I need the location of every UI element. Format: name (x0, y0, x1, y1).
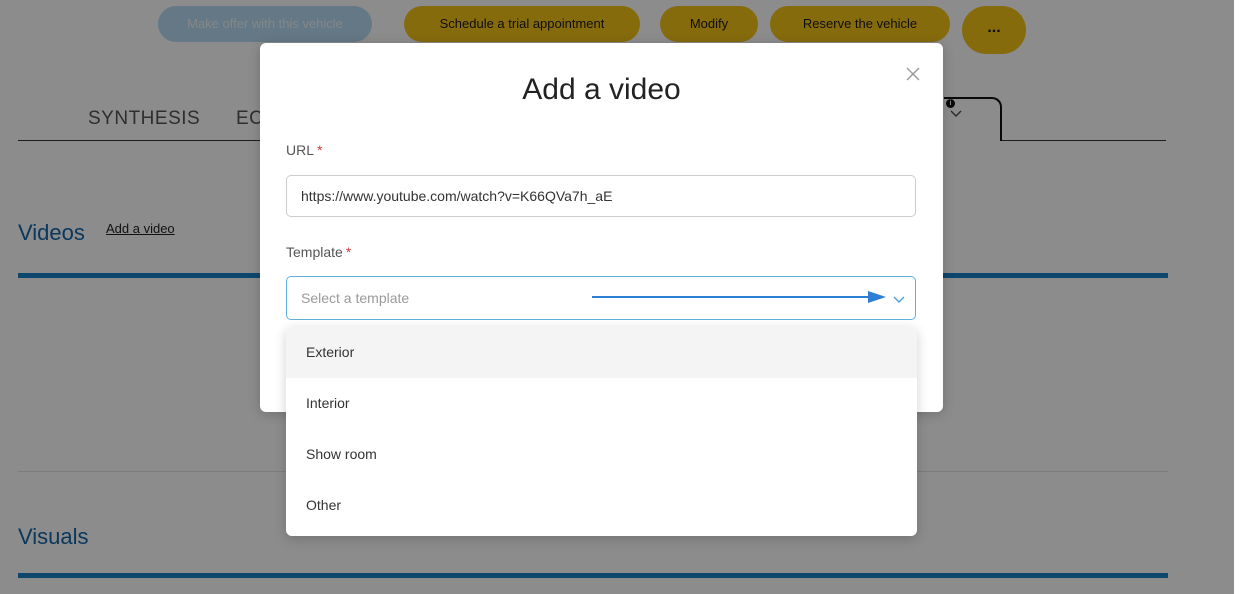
close-icon[interactable] (904, 65, 922, 83)
modal-title: Add a video (522, 73, 681, 106)
chevron-down-icon[interactable] (892, 292, 906, 306)
template-option-other[interactable]: Other (286, 480, 917, 531)
template-option-interior[interactable]: Interior (286, 378, 917, 429)
template-label-text: Template (286, 244, 343, 260)
template-option-show-room[interactable]: Show room (286, 429, 917, 480)
template-option-exterior[interactable]: Exterior (286, 327, 917, 378)
template-label: Template * (286, 244, 351, 260)
url-required-marker: * (317, 142, 323, 158)
template-dropdown-menu: Exterior Interior Show room Other (286, 327, 917, 536)
template-select-placeholder: Select a template (301, 290, 410, 306)
annotation-arrow-icon (592, 291, 886, 303)
page: Make offer with this vehicle Schedule a … (0, 0, 1242, 594)
right-frame (1234, 0, 1242, 594)
url-input[interactable] (286, 175, 916, 217)
template-required-marker: * (345, 244, 352, 260)
url-label: URL * (286, 142, 322, 158)
url-label-text: URL (286, 142, 315, 158)
